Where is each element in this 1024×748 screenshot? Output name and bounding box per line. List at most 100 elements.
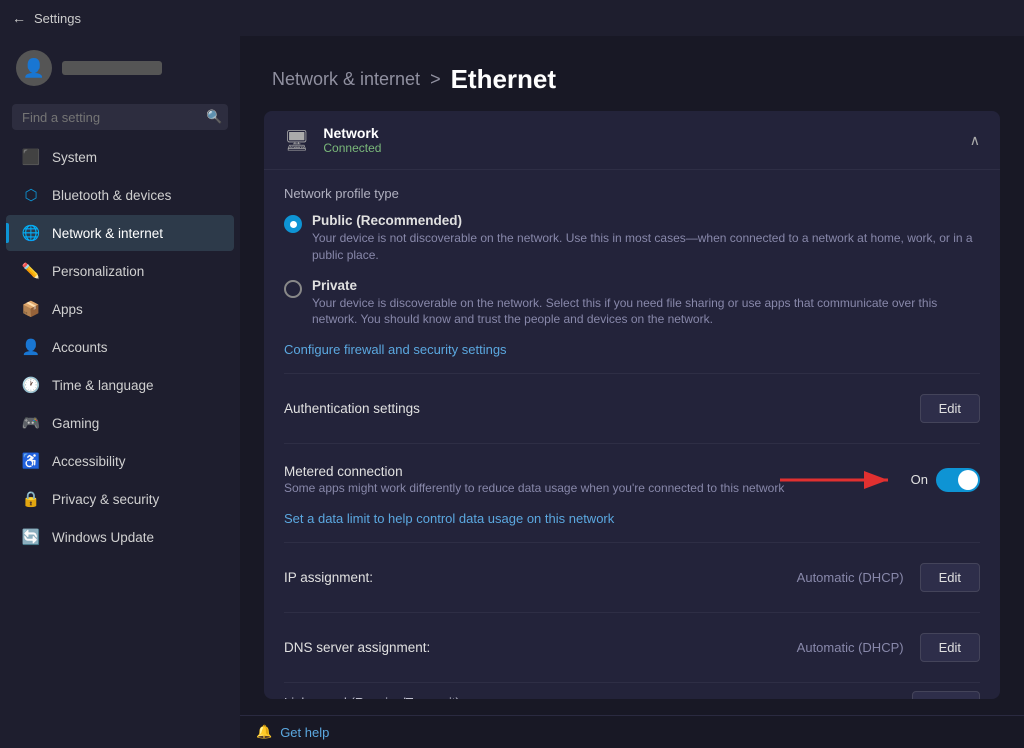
search-box[interactable]: 🔍 (12, 104, 228, 130)
bluetooth-icon: ⬡ (22, 186, 40, 204)
accounts-icon: 👤 (22, 338, 40, 356)
network-info-section: Link speed (Receive/Transmit): Link-loca… (284, 691, 980, 699)
apps-icon: 📦 (22, 300, 40, 318)
sidebar-item-label: Gaming (52, 416, 99, 431)
network-panel: 🖥 Network Connected ∧ Network profile ty… (264, 111, 1000, 699)
firewall-link[interactable]: Configure firewall and security settings (284, 342, 980, 357)
metered-connection-label: Metered connection (284, 464, 784, 479)
sidebar-item-label: Bluetooth & devices (52, 188, 171, 203)
windows-update-icon: 🔄 (22, 528, 40, 546)
info-row-linkspeed: Link speed (Receive/Transmit): (284, 691, 900, 699)
ip-assignment-value: Automatic (DHCP) (797, 570, 904, 585)
sidebar-item-bluetooth[interactable]: ⬡ Bluetooth & devices (6, 177, 234, 213)
back-button[interactable]: ← (12, 10, 26, 26)
metered-connection-row: Metered connection Some apps might work … (284, 452, 980, 507)
time-icon: 🕐 (22, 376, 40, 394)
metered-toggle-container: On (911, 468, 980, 492)
breadcrumb-current: Ethernet (451, 64, 556, 95)
breadcrumb-parent: Network & internet (272, 69, 420, 90)
dns-assignment-label: DNS server assignment: (284, 640, 430, 655)
copy-button[interactable]: Copy (912, 691, 980, 699)
metered-toggle[interactable] (936, 468, 980, 492)
privacy-icon: 🔒 (22, 490, 40, 508)
accessibility-icon: ♿ (22, 452, 40, 470)
sidebar-item-label: Accessibility (52, 454, 126, 469)
sidebar-item-label: Apps (52, 302, 83, 317)
breadcrumb: Network & internet > Ethernet (240, 36, 1024, 111)
auth-settings-row: Authentication settings Edit (284, 382, 980, 435)
network-info-rows: Link speed (Receive/Transmit): Link-loca… (284, 691, 900, 699)
radio-private-desc: Your device is discoverable on the netwo… (312, 295, 980, 329)
divider-4 (284, 612, 980, 613)
personalization-icon: ✏️ (22, 262, 40, 280)
ip-assignment-label: IP assignment: (284, 570, 373, 585)
ip-assignment-row: IP assignment: Automatic (DHCP) Edit (284, 551, 980, 604)
gaming-icon: 🎮 (22, 414, 40, 432)
system-icon: ⬛ (22, 148, 40, 166)
panel-title: Network (323, 125, 381, 141)
metered-connection-sublabel: Some apps might work differently to redu… (284, 481, 784, 495)
sidebar-item-label: Personalization (52, 264, 144, 279)
radio-private[interactable]: Private Your device is discoverable on t… (284, 278, 980, 329)
search-input[interactable] (22, 110, 198, 125)
sidebar-item-label: Network & internet (52, 226, 163, 241)
sidebar-item-gaming[interactable]: 🎮 Gaming (6, 405, 234, 441)
panel-header-left: 🖥 Network Connected (284, 125, 381, 155)
dns-assignment-value: Automatic (DHCP) (797, 640, 904, 655)
info-key-linkspeed: Link speed (Receive/Transmit): (284, 695, 484, 699)
sidebar-item-label: Privacy & security (52, 492, 159, 507)
divider-1 (284, 373, 980, 374)
sidebar-item-personalization[interactable]: ✏️ Personalization (6, 253, 234, 289)
user-name-placeholder (62, 61, 162, 75)
copy-button-container: Copy (900, 691, 980, 699)
app-container: 👤 🔍 ⬛ System ⬡ Bluetooth & devices 🌐 Net… (0, 36, 1024, 748)
auth-settings-label: Authentication settings (284, 401, 420, 416)
sidebar-item-apps[interactable]: 📦 Apps (6, 291, 234, 327)
divider-2 (284, 443, 980, 444)
radio-public-label: Public (Recommended) (312, 213, 980, 228)
dns-assignment-row: DNS server assignment: Automatic (DHCP) … (284, 621, 980, 674)
search-icon: 🔍 (206, 109, 222, 125)
panel-subtitle: Connected (323, 141, 381, 155)
radio-public-desc: Your device is not discoverable on the n… (312, 230, 980, 264)
radio-private-label: Private (312, 278, 980, 293)
section-label-network-profile: Network profile type (284, 186, 980, 201)
toggle-on-label: On (911, 472, 928, 487)
sidebar-item-accessibility[interactable]: ♿ Accessibility (6, 443, 234, 479)
panel-body: Network profile type Public (Recommended… (264, 170, 1000, 699)
divider-5 (284, 682, 980, 683)
dns-edit-button[interactable]: Edit (920, 633, 980, 662)
data-limit-link[interactable]: Set a data limit to help control data us… (284, 511, 980, 526)
sidebar-item-network[interactable]: 🌐 Network & internet (6, 215, 234, 251)
breadcrumb-separator: > (430, 69, 441, 90)
title-bar: ← Settings (0, 0, 1024, 36)
get-help-link[interactable]: Get help (280, 725, 329, 740)
sidebar-item-windows-update[interactable]: 🔄 Windows Update (6, 519, 234, 555)
bottom-bar[interactable]: 🔔 Get help (240, 715, 1024, 748)
sidebar-item-time[interactable]: 🕐 Time & language (6, 367, 234, 403)
main-content: Network & internet > Ethernet 🖥 Network … (240, 36, 1024, 748)
sidebar-item-accounts[interactable]: 👤 Accounts (6, 329, 234, 365)
network-panel-icon: 🖥 (284, 128, 309, 153)
auth-edit-button[interactable]: Edit (920, 394, 980, 423)
sidebar-item-system[interactable]: ⬛ System (6, 139, 234, 175)
network-icon: 🌐 (22, 224, 40, 242)
user-section: 👤 (0, 36, 240, 100)
radio-public[interactable]: Public (Recommended) Your device is not … (284, 213, 980, 264)
sidebar: 👤 🔍 ⬛ System ⬡ Bluetooth & devices 🌐 Net… (0, 36, 240, 748)
panel-header: 🖥 Network Connected ∧ (264, 111, 1000, 170)
sidebar-item-privacy[interactable]: 🔒 Privacy & security (6, 481, 234, 517)
app-title: Settings (34, 11, 81, 26)
avatar: 👤 (16, 50, 52, 86)
red-arrow-annotation (780, 465, 900, 495)
sidebar-item-label: Accounts (52, 340, 108, 355)
sidebar-item-label: Time & language (52, 378, 154, 393)
help-icon: 🔔 (256, 724, 272, 740)
sidebar-item-label: System (52, 150, 97, 165)
ip-edit-button[interactable]: Edit (920, 563, 980, 592)
divider-3 (284, 542, 980, 543)
radio-private-circle[interactable] (284, 280, 302, 298)
panel-collapse-icon[interactable]: ∧ (970, 132, 980, 149)
radio-public-circle[interactable] (284, 215, 302, 233)
sidebar-item-label: Windows Update (52, 530, 154, 545)
